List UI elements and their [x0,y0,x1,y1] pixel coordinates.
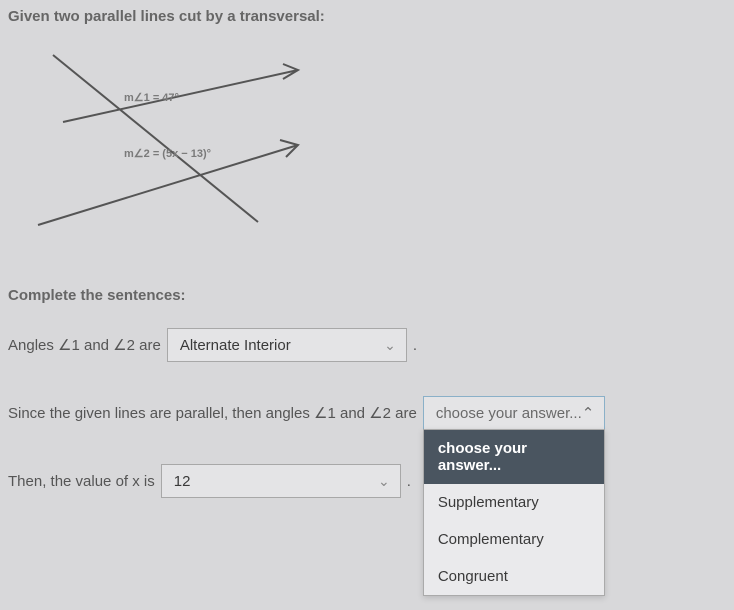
angle-property-dropdown: choose your answer... Supplementary Comp… [423,429,606,596]
sentence-2-text: Since the given lines are parallel, then… [8,404,417,422]
period-1: . [413,337,417,354]
chevron-down-icon: ⌄ [378,473,390,490]
complete-prompt: Complete the sentences: [8,287,734,304]
select-3-value: 12 [174,473,191,490]
select-1-value: Alternate Interior [180,337,291,354]
period-3: . [407,473,411,490]
x-value-select[interactable]: 12 ⌄ [161,464,401,498]
sentence-2: Since the given lines are parallel, then… [8,396,734,430]
sentence-3: Then, the value of x is 12 ⌄ . [8,464,734,498]
chevron-up-icon: ⌃ [582,404,595,422]
intro-text: Given two parallel lines cut by a transv… [8,8,734,25]
dropdown-option-complementary[interactable]: Complementary [424,521,605,558]
sentence-1-text: Angles ∠1 and ∠2 are [8,336,161,354]
dropdown-option-congruent[interactable]: Congruent [424,558,605,595]
sentence-1: Angles ∠1 and ∠2 are Alternate Interior … [8,328,734,362]
dropdown-option-supplementary[interactable]: Supplementary [424,484,605,521]
geometry-diagram: m∠1 = 47° m∠2 = (5x − 13)° [28,37,378,267]
angle-1-label: m∠1 = 47° [124,91,179,104]
angle-2-label: m∠2 = (5x − 13)° [124,147,211,160]
angle-property-select[interactable]: choose your answer... ⌃ [423,396,606,430]
select-2-value: choose your answer... [436,405,582,422]
angle-relationship-select[interactable]: Alternate Interior ⌄ [167,328,407,362]
chevron-down-icon: ⌄ [384,337,396,354]
dropdown-option-placeholder[interactable]: choose your answer... [424,430,605,484]
sentence-3-text: Then, the value of x is [8,473,155,490]
